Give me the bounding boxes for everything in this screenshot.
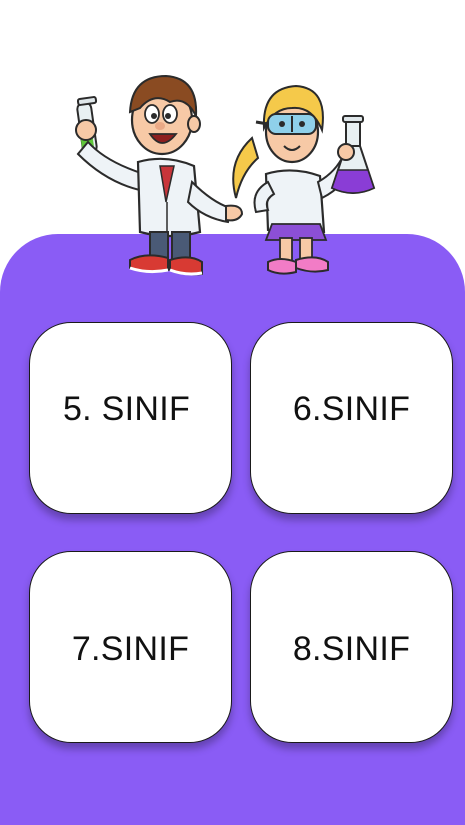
grade-6-button[interactable]: 6.SINIF [250,322,453,514]
grade-7-label: 7.SINIF [71,629,190,668]
girl-scientist-icon [232,84,376,275]
grade-6-label: 6.SINIF [292,389,411,428]
boy-scientist-icon [75,74,244,276]
grade-8-button[interactable]: 8.SINIF [250,551,453,743]
grade-5-label: 5. SINIF [62,389,191,428]
grade-7-button[interactable]: 7.SINIF [29,551,232,743]
grade-8-label: 8.SINIF [292,629,411,668]
grade-select-screen: 5. SINIF 6.SINIF 7.SINIF 8.SINIF [0,0,465,825]
grade-5-button[interactable]: 5. SINIF [29,322,232,514]
kid-scientists-icon [75,74,376,276]
